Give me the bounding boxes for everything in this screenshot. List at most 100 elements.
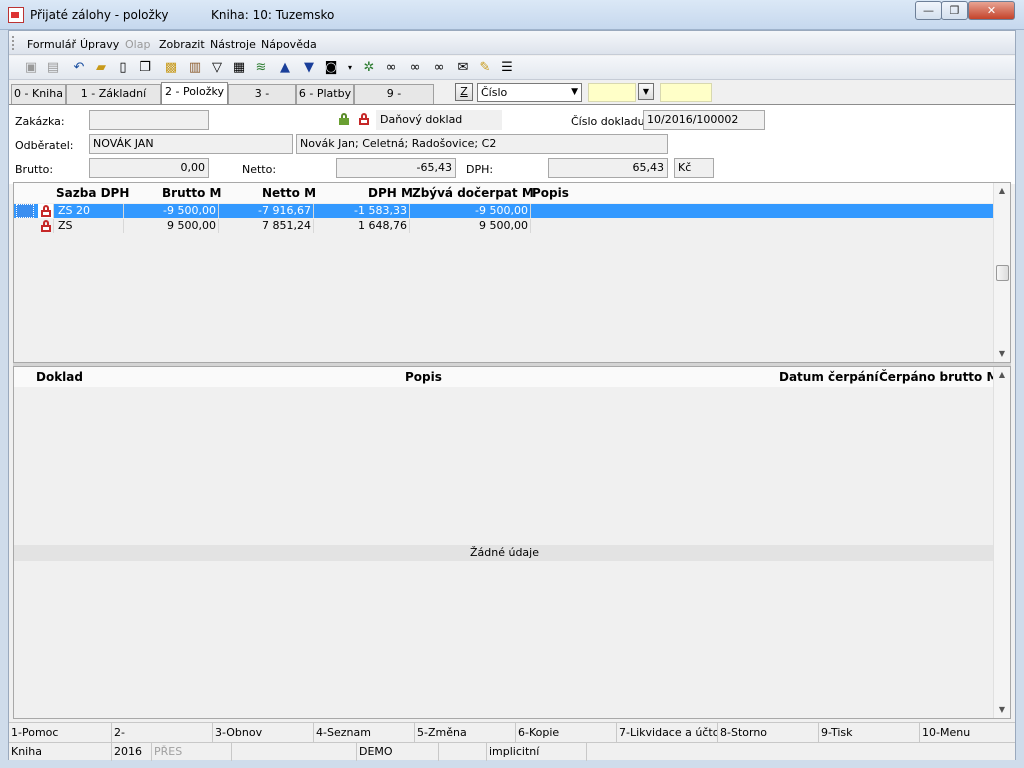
search-dropdown-button[interactable]: ▼ <box>638 83 654 100</box>
menu-bar: Formulář Úpravy Olap Zobrazit Nástroje N… <box>9 31 1015 55</box>
status-year: 2016 <box>112 743 152 761</box>
brutto-field[interactable]: 0,00 <box>89 158 209 178</box>
lock-red-icon <box>359 113 369 125</box>
cislo-dokladu-field[interactable]: 10/2016/100002 <box>643 110 765 130</box>
mail-icon[interactable]: ✉ <box>455 60 471 76</box>
sort-select[interactable]: Číslo ▼ <box>477 83 582 102</box>
zakazka-field[interactable] <box>89 110 209 130</box>
binoculars-next-icon[interactable]: ∞ <box>407 60 423 76</box>
odberatel-address-field[interactable]: Novák Jan; Celetná; Radošovice; C2 <box>296 134 668 154</box>
status-kniha: Kniha <box>9 743 112 761</box>
fkey-2[interactable]: 2- <box>112 723 213 742</box>
menu-olap[interactable]: Olap <box>125 38 150 51</box>
table-row[interactable]: ZS 20 -9 500,00 -7 916,67 -1 583,33 -9 5… <box>14 204 995 218</box>
netto-field[interactable]: -65,43 <box>336 158 456 178</box>
fkey-likvidace[interactable]: 7-Likvidace a účtová <box>617 723 718 742</box>
menu-nastroje[interactable]: Nástroje <box>210 38 256 51</box>
fkey-obnov[interactable]: 3-Obnov <box>213 723 314 742</box>
drawdown-grid[interactable]: Doklad Popis Datum čerpání Čerpáno brutt… <box>13 366 1011 719</box>
status-empty-1 <box>232 743 357 761</box>
tab-zakladni-udaje[interactable]: 1 - Základní údaje <box>66 84 161 118</box>
open-folder-icon[interactable]: ▰ <box>93 60 109 76</box>
col-netto-m[interactable]: Netto M <box>262 186 316 200</box>
edit-folder-icon[interactable]: ✎ <box>477 60 493 76</box>
col-brutto-m[interactable]: Brutto M <box>162 186 221 200</box>
wand-icon[interactable]: ✲ <box>361 60 377 76</box>
status-mode: implicitní <box>487 743 587 761</box>
new-document-icon[interactable]: ▯ <box>115 60 131 76</box>
tab-bar: 0 - Kniha 1 - Základní údaje 2 - Položky… <box>9 82 1015 118</box>
scroll-up-icon[interactable]: ▲ <box>994 183 1010 199</box>
scroll-down-icon[interactable]: ▼ <box>994 702 1010 718</box>
currency-field[interactable]: Kč <box>674 158 714 178</box>
tab-platby[interactable]: 6 - Platby <box>296 84 354 104</box>
arrow-up-icon[interactable]: ▲ <box>277 60 293 76</box>
book-icon[interactable]: ▥ <box>187 60 203 76</box>
arrow-down-icon[interactable]: ▼ <box>301 60 317 76</box>
fkey-storno[interactable]: 8-Storno <box>718 723 819 742</box>
tab-dokumenty[interactable]: 9 - Dokumenty <box>354 84 434 118</box>
fkey-kopie[interactable]: 6-Kopie <box>516 723 617 742</box>
title-bar: Přijaté zálohy - položky Kniha: 10: Tuze… <box>0 0 1024 30</box>
camera-icon[interactable]: ◙ <box>323 60 339 76</box>
items-grid[interactable]: Sazba DPH Brutto M Netto M DPH M Zbývá d… <box>13 182 1011 363</box>
minimize-button[interactable]: — <box>915 1 942 20</box>
items-grid-scrollbar[interactable]: ▲ ▼ <box>993 183 1010 362</box>
fkey-menu[interactable]: 10-Menu <box>920 723 1015 742</box>
fkey-pomoc[interactable]: 1-Pomoc <box>9 723 112 742</box>
save-icon[interactable]: ▣ <box>23 60 39 76</box>
menu-napoveda[interactable]: Nápověda <box>261 38 317 51</box>
table-row[interactable]: ZS 9 500,00 7 851,24 1 648,76 9 500,00 <box>14 219 995 233</box>
binoculars-icon[interactable]: ∞ <box>383 60 399 76</box>
cell-brutto: -9 500,00 <box>124 204 219 218</box>
fkey-seznam[interactable]: 4-Seznam <box>314 723 415 742</box>
cell-zbyva: -9 500,00 <box>410 204 531 218</box>
scroll-up-icon[interactable]: ▲ <box>994 367 1010 383</box>
copy-document-icon[interactable]: ❐ <box>137 60 153 76</box>
brutto-label: Brutto: <box>15 163 54 176</box>
dph-field[interactable]: 65,43 <box>548 158 668 178</box>
odberatel-field[interactable]: NOVÁK JAN <box>89 134 293 154</box>
col-datum-cerpani[interactable]: Datum čerpání <box>779 370 879 384</box>
stack-icon[interactable]: ≋ <box>253 60 269 76</box>
menu-formular[interactable]: Formulář <box>27 38 76 51</box>
fkey-zmena[interactable]: 5-Změna <box>415 723 516 742</box>
tab-kniha[interactable]: 0 - Kniha <box>11 84 66 104</box>
drawdown-grid-scrollbar[interactable]: ▲ ▼ <box>993 367 1010 718</box>
save-as-icon[interactable]: ▤ <box>45 60 61 76</box>
scroll-down-icon[interactable]: ▼ <box>994 346 1010 362</box>
menu-lines-icon[interactable]: ☰ <box>499 60 515 76</box>
search-input-2[interactable] <box>660 83 712 102</box>
col-zbyva-docerpat-m[interactable]: Zbývá dočerpat M <box>412 186 534 200</box>
col-dph-m[interactable]: DPH M <box>368 186 413 200</box>
maximize-button[interactable]: ❐ <box>941 1 968 20</box>
no-data-message: Žádné údaje <box>14 545 995 561</box>
col-sazba-dph[interactable]: Sazba DPH <box>56 186 129 200</box>
cell-dph: -1 583,33 <box>314 204 410 218</box>
tab-polozky[interactable]: 2 - Položky <box>161 82 228 104</box>
tab-uctovani[interactable]: 3 - Účtování <box>228 84 296 118</box>
col-popis[interactable]: Popis <box>532 186 569 200</box>
menu-upravy[interactable]: Úpravy <box>80 38 119 51</box>
col-popis[interactable]: Popis <box>405 370 442 384</box>
netto-label: Netto: <box>242 163 277 176</box>
lock-red-icon <box>38 204 54 218</box>
col-doklad[interactable]: Doklad <box>36 370 83 384</box>
menu-zobrazit[interactable]: Zobrazit <box>159 38 205 51</box>
sort-z-button[interactable]: Z <box>455 83 473 101</box>
search-input[interactable] <box>588 83 636 102</box>
scroll-thumb[interactable] <box>996 265 1009 281</box>
status-company: DEMO <box>357 743 439 761</box>
filter-icon[interactable]: ▽ <box>209 60 225 76</box>
cell-zbyva: 9 500,00 <box>410 219 531 233</box>
lock-icon[interactable]: ▩ <box>163 60 179 76</box>
tax-document-label: Daňový doklad <box>376 110 502 130</box>
col-cerpano-brutto-m[interactable]: Čerpáno brutto M <box>879 370 998 384</box>
close-button[interactable]: ✕ <box>968 1 1015 20</box>
fkey-tisk[interactable]: 9-Tisk <box>819 723 920 742</box>
binoculars-tool-icon[interactable]: ∞ <box>431 60 447 76</box>
undo-icon[interactable]: ↶ <box>71 60 87 76</box>
dropdown-icon[interactable]: ▾ <box>342 60 358 76</box>
drawdown-grid-header: Doklad Popis Datum čerpání Čerpáno brutt… <box>14 367 998 387</box>
filter-document-icon[interactable]: ▦ <box>231 60 247 76</box>
